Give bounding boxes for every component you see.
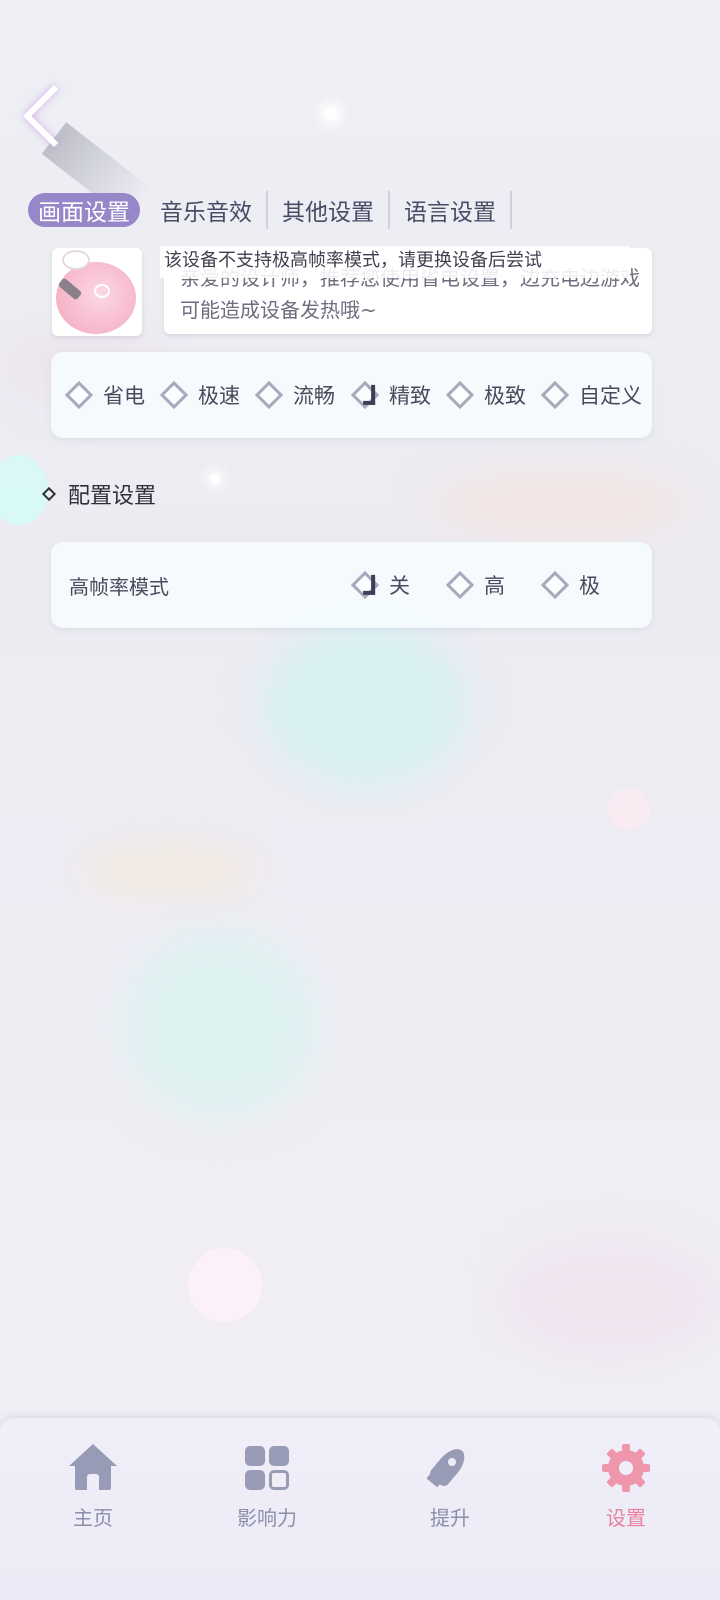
section-header: 配置设置: [41, 476, 157, 512]
quality-option-custom[interactable]: 自定义: [540, 352, 642, 438]
nav-settings[interactable]: 设置: [556, 1418, 696, 1548]
fps-card: 高帧率模式 关 高 极: [51, 542, 652, 628]
option-label: 流畅: [293, 384, 335, 408]
diamond-checkbox-icon: [445, 380, 475, 410]
gear-icon: [602, 1444, 650, 1492]
checkmark-icon: [350, 380, 380, 410]
settings-tabs: 画面设置 音乐音效 其他设置 语言设置: [28, 190, 512, 230]
tab-other[interactable]: 其他设置: [268, 191, 390, 229]
fps-option-ultra[interactable]: 极: [540, 542, 600, 628]
checkmark-icon: [350, 570, 380, 600]
option-label: 极致: [484, 384, 526, 408]
quality-option-smooth[interactable]: 流畅: [254, 352, 335, 438]
nav-home[interactable]: 主页: [23, 1418, 163, 1548]
diamond-checkbox-icon: [445, 570, 475, 600]
diamond-checkbox-icon: [159, 380, 189, 410]
quality-option-fast[interactable]: 极速: [159, 352, 240, 438]
quality-option-power-save[interactable]: 省电: [64, 352, 145, 438]
fps-option-off[interactable]: 关: [350, 542, 410, 628]
nav-label: 主页: [73, 1506, 113, 1530]
rocket-icon: [426, 1443, 474, 1492]
fps-label: 高帧率模式: [69, 574, 169, 599]
unsupported-toast: 该设备不支持极高帧率模式，请更换设备后尝试: [160, 246, 630, 278]
quality-option-ultimate[interactable]: 极致: [445, 352, 526, 438]
option-label: 精致: [389, 384, 431, 408]
option-label: 省电: [103, 384, 145, 408]
tab-language[interactable]: 语言设置: [390, 191, 512, 229]
section-title: 配置设置: [68, 484, 157, 509]
diamond-checkbox-icon: [64, 380, 94, 410]
quality-card: 省电 极速 流畅 精致 极致 自定义: [51, 352, 652, 438]
back-button[interactable]: [22, 84, 153, 222]
tab-display[interactable]: 画面设置: [28, 193, 140, 227]
option-label: 自定义: [579, 384, 642, 408]
diamond-bullet-icon: [41, 486, 57, 502]
home-icon: [69, 1444, 117, 1492]
quality-option-fine[interactable]: 精致: [350, 352, 431, 438]
nav-label: 提升: [430, 1506, 470, 1530]
option-label: 极: [579, 574, 600, 598]
diamond-checkbox-icon: [540, 380, 570, 410]
tab-audio[interactable]: 音乐音效: [146, 191, 268, 229]
diamond-checkbox-icon: [254, 380, 284, 410]
option-label: 关: [389, 574, 410, 598]
diamond-checkbox-icon: [540, 570, 570, 600]
bottom-nav: 主页 影响力 提升 设置: [0, 1418, 720, 1600]
nav-influence[interactable]: 影响力: [197, 1418, 337, 1548]
nav-label: 影响力: [237, 1506, 297, 1530]
nav-upgrade[interactable]: 提升: [380, 1418, 520, 1548]
fps-option-high[interactable]: 高: [445, 542, 505, 628]
option-label: 极速: [198, 384, 240, 408]
nav-label: 设置: [606, 1506, 646, 1530]
option-label: 高: [484, 574, 505, 598]
mascot-avatar: [52, 248, 142, 336]
grid-icon: [243, 1444, 291, 1492]
